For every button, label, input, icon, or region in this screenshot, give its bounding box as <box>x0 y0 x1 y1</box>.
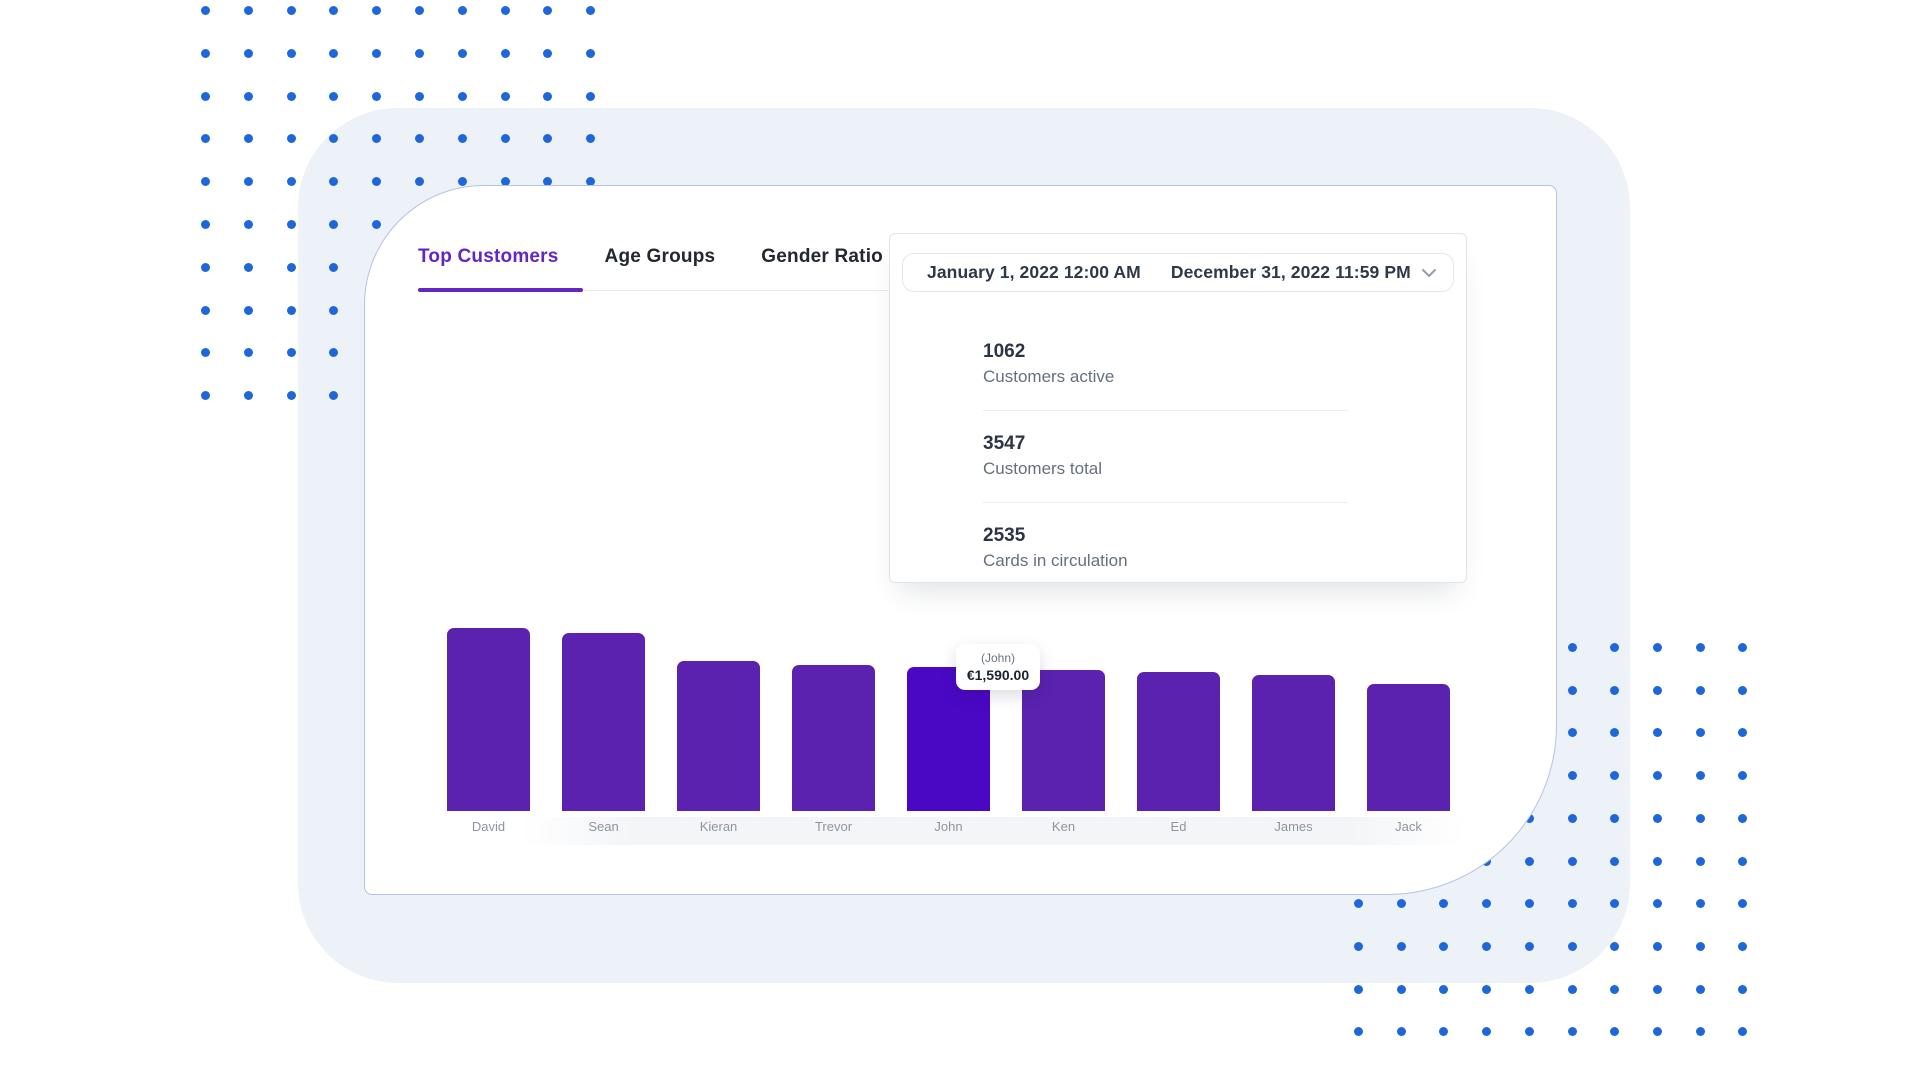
bar-label: Jack <box>1351 819 1466 834</box>
active-tab-underline <box>418 288 583 292</box>
tooltip-name: (John) <box>981 651 1015 666</box>
date-range-end: December 31, 2022 11:59 PM <box>1171 262 1411 283</box>
stat-value: 2535 <box>983 524 1348 547</box>
date-stats-panel: January 1, 2022 12:00 AM December 31, 20… <box>889 233 1467 583</box>
bar-trevor[interactable] <box>792 665 875 811</box>
stat-customers-active: 1062 Customers active <box>983 340 1348 389</box>
bar-label: Kieran <box>661 819 776 834</box>
page: Top Customers Age Groups Gender Ratio Da… <box>0 0 1920 1080</box>
bar-ken[interactable] <box>1022 670 1105 811</box>
bar-label: Trevor <box>776 819 891 834</box>
bar-kieran[interactable] <box>677 661 760 811</box>
bar-jack[interactable] <box>1367 684 1450 811</box>
stat-customers-total: 3547 Customers total <box>983 432 1348 481</box>
stat-value: 3547 <box>983 432 1348 455</box>
bar-david[interactable] <box>447 628 530 811</box>
bar-james[interactable] <box>1252 675 1335 811</box>
divider <box>983 502 1348 503</box>
bar-label: David <box>431 819 546 834</box>
chevron-down-icon <box>1421 268 1437 278</box>
stat-label: Customers active <box>983 365 1348 389</box>
divider <box>983 410 1348 411</box>
stat-cards-in-circulation: 2535 Cards in circulation <box>983 524 1348 573</box>
stats-list: 1062 Customers active 3547 Customers tot… <box>983 340 1348 573</box>
bar-ed[interactable] <box>1137 672 1220 811</box>
stat-label: Cards in circulation <box>983 549 1348 573</box>
bar-tooltip: (John) €1,590.00 <box>956 644 1040 690</box>
tooltip-value: €1,590.00 <box>967 666 1029 684</box>
date-range-start: January 1, 2022 12:00 AM <box>927 262 1141 283</box>
bar-sean[interactable] <box>562 633 645 811</box>
bar-label: John <box>891 819 1006 834</box>
bar-label: Sean <box>546 819 661 834</box>
bar-label: Ed <box>1121 819 1236 834</box>
date-range-picker[interactable]: January 1, 2022 12:00 AM December 31, 20… <box>902 253 1454 292</box>
stat-label: Customers total <box>983 457 1348 481</box>
bar-label: Ken <box>1006 819 1121 834</box>
stat-value: 1062 <box>983 340 1348 363</box>
bar-label: James <box>1236 819 1351 834</box>
